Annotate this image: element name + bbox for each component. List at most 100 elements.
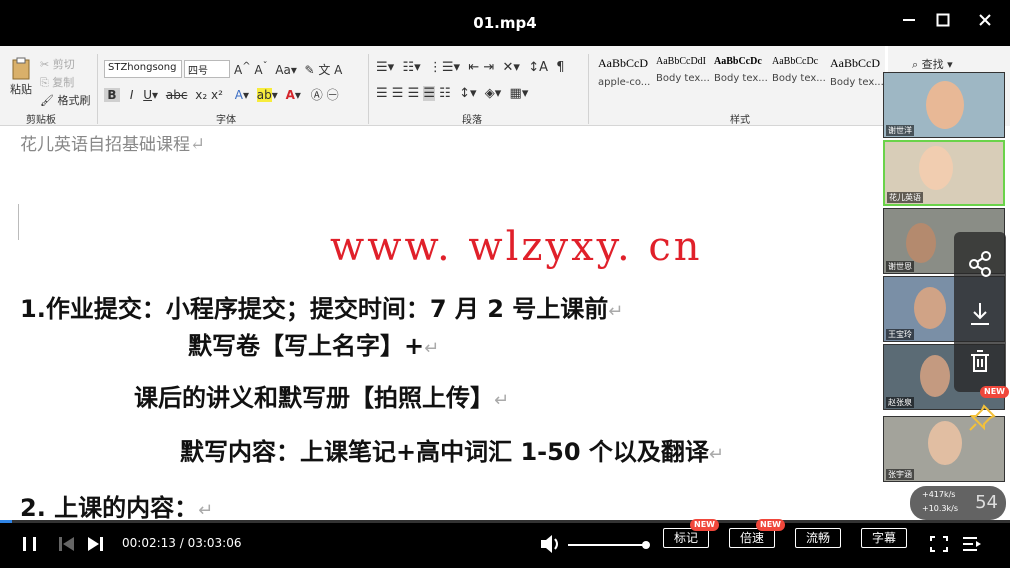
- document-line-1: 1.作业提交：小程序提交；提交时间：7 月 2 号上课前↵: [20, 289, 623, 324]
- next-button[interactable]: [84, 528, 106, 560]
- speed-button[interactable]: 倍速 NEW: [729, 519, 785, 548]
- font-name-value: STZhongsong: [108, 62, 177, 73]
- style-name: Body tex...: [656, 73, 710, 84]
- line-5-text: 2. 上课的内容：: [20, 494, 199, 520]
- return-mark: ↵: [708, 444, 724, 465]
- participant-name: 赵张泉: [886, 397, 914, 408]
- style-card: AaBbCcD apple-co...: [598, 56, 654, 98]
- paste-icon: [12, 57, 30, 80]
- ribbon-divider: [97, 54, 98, 124]
- copy-button: ⎘ 复制: [40, 76, 75, 89]
- volume-slider[interactable]: [568, 541, 650, 549]
- pause-button[interactable]: [18, 528, 42, 560]
- font-size-box: 四号: [184, 60, 230, 78]
- participant-face: [926, 81, 964, 129]
- mark-label: 标记: [673, 531, 698, 545]
- font-grow-shrink-icon: A^ Aˇ Aa▾ ✎ 文 A: [234, 61, 343, 77]
- total-time: 03:03:06: [187, 536, 242, 550]
- participant-name: 谢世恩: [886, 261, 914, 272]
- new-badge: NEW: [980, 386, 1009, 398]
- pause-icon: [23, 537, 36, 551]
- share-button[interactable]: [964, 248, 996, 280]
- playlist-button[interactable]: [960, 528, 984, 560]
- find-label: 查找: [921, 58, 944, 71]
- quality-button[interactable]: 流畅: [795, 528, 841, 548]
- participant-tile[interactable]: 谢世洋: [883, 72, 1005, 138]
- style-name: Body tex...: [772, 73, 826, 84]
- minimize-icon: [903, 19, 915, 21]
- subtitle-label: 字幕: [871, 531, 896, 545]
- cut-button: ✂ 剪切: [40, 58, 75, 71]
- pin-button[interactable]: NEW: [954, 386, 1009, 440]
- fullscreen-icon: [930, 536, 948, 552]
- style-card: AaBbCcDdI Body tex...: [656, 56, 712, 98]
- paste-label: 粘贴: [10, 83, 32, 96]
- clipboard-group-label: 剪贴板: [26, 115, 56, 126]
- copy-label: 复制: [52, 76, 75, 89]
- download-icon: [971, 303, 989, 325]
- participant-name: 谢世洋: [886, 125, 914, 136]
- pin-icon: [969, 404, 996, 431]
- participant-name: 王宝玲: [886, 329, 914, 340]
- participant-face: [914, 287, 946, 329]
- document-line-4: 默写内容：上课笔记+高中词汇 1-50 个以及翻译↵: [180, 432, 724, 467]
- share-icon: [969, 251, 991, 277]
- video-frame[interactable]: 粘贴 ✂ 剪切 ⎘ 复制 🖌 格式刷 剪贴板 STZhongsong 四号 A^…: [0, 46, 1010, 520]
- current-time: 00:02:13: [122, 536, 176, 550]
- style-name: Body tex...: [714, 73, 768, 84]
- download-button[interactable]: [964, 298, 996, 330]
- participant-face: [919, 146, 953, 190]
- time-separator: /: [175, 536, 188, 550]
- volume-button[interactable]: [538, 528, 562, 560]
- side-action-panel: [954, 232, 1006, 392]
- video-title: 01.mp4: [473, 14, 537, 32]
- style-name: apple-co...: [598, 77, 651, 88]
- style-sample: AaBbCcDc: [714, 56, 762, 67]
- paragraph-group-label: 段落: [462, 115, 482, 126]
- new-badge: NEW: [690, 519, 719, 531]
- volume-knob[interactable]: [642, 541, 650, 549]
- document-line-5: 2. 上课的内容：↵: [20, 488, 213, 520]
- trash-icon: [971, 350, 989, 372]
- speed-gauge-value: 54: [975, 492, 998, 513]
- document-line-2: 默写卷【写上名字】+↵: [188, 326, 439, 361]
- magnifier-icon: ⌕: [912, 58, 919, 71]
- style-card: AaBbCcDc Body tex...: [714, 56, 770, 98]
- delete-button[interactable]: [964, 346, 996, 378]
- close-button[interactable]: [974, 12, 996, 34]
- mark-button[interactable]: 标记 NEW: [663, 519, 719, 548]
- return-mark: ↵: [494, 390, 510, 411]
- ribbon-divider: [588, 54, 589, 124]
- minimize-button[interactable]: [898, 12, 920, 34]
- styles-group-label: 样式: [730, 115, 750, 126]
- participant-name: 张宇涵: [886, 469, 914, 480]
- progress-fill: [0, 520, 13, 523]
- skip-next-icon: [88, 537, 103, 551]
- word-ribbon: 粘贴 ✂ 剪切 ⎘ 复制 🖌 格式刷 剪贴板 STZhongsong 四号 A^…: [0, 46, 885, 126]
- find-button: ⌕ 查找 ▾: [912, 58, 953, 71]
- return-mark: ↵: [424, 338, 440, 359]
- upload-rate: +417k/s: [922, 490, 956, 499]
- alignment-icons: ☰ ☰ ☰ ☰ ☷ ↕▾ ◈▾ ▦▾: [376, 86, 529, 101]
- font-group-label: 字体: [216, 115, 236, 126]
- skip-previous-icon: [59, 537, 74, 551]
- list-icons: ☰▾ ☷▾ ⋮☰▾ ⇤ ⇥ ✕▾ ↕A ¶: [376, 60, 565, 75]
- paste-button: 粘贴: [10, 56, 32, 97]
- subtitle-button[interactable]: 字幕: [861, 528, 907, 548]
- style-sample: AaBbCcDc: [772, 56, 819, 67]
- previous-button[interactable]: [56, 528, 78, 560]
- font-format-icons: B I U▾ abc x₂ x² A▾ ab▾ A▾ Ⓐ ㊀: [104, 86, 339, 103]
- playlist-icon: [963, 537, 981, 551]
- maximize-button[interactable]: [932, 12, 954, 34]
- participant-name: 花儿英语: [887, 192, 923, 203]
- close-icon: [979, 14, 991, 26]
- margin-marker: [18, 204, 19, 240]
- network-stats-overlay: +417k/s +10.3k/s 54: [910, 486, 1006, 520]
- progress-bar[interactable]: [0, 520, 1010, 523]
- watermark-text: www. wlzyxy. cn: [330, 224, 703, 270]
- document-subtitle: 花儿英语自招基础课程↵: [20, 130, 205, 155]
- fullscreen-button[interactable]: [928, 528, 950, 560]
- participant-tile-active[interactable]: 花儿英语: [883, 140, 1005, 206]
- line-4-text: 默写内容：上课笔记+高中词汇 1-50 个以及翻译: [180, 438, 709, 466]
- player-controls: 00:02:13 / 03:03:06 标记 NEW 倍速 NEW 流畅 字幕: [0, 519, 1010, 568]
